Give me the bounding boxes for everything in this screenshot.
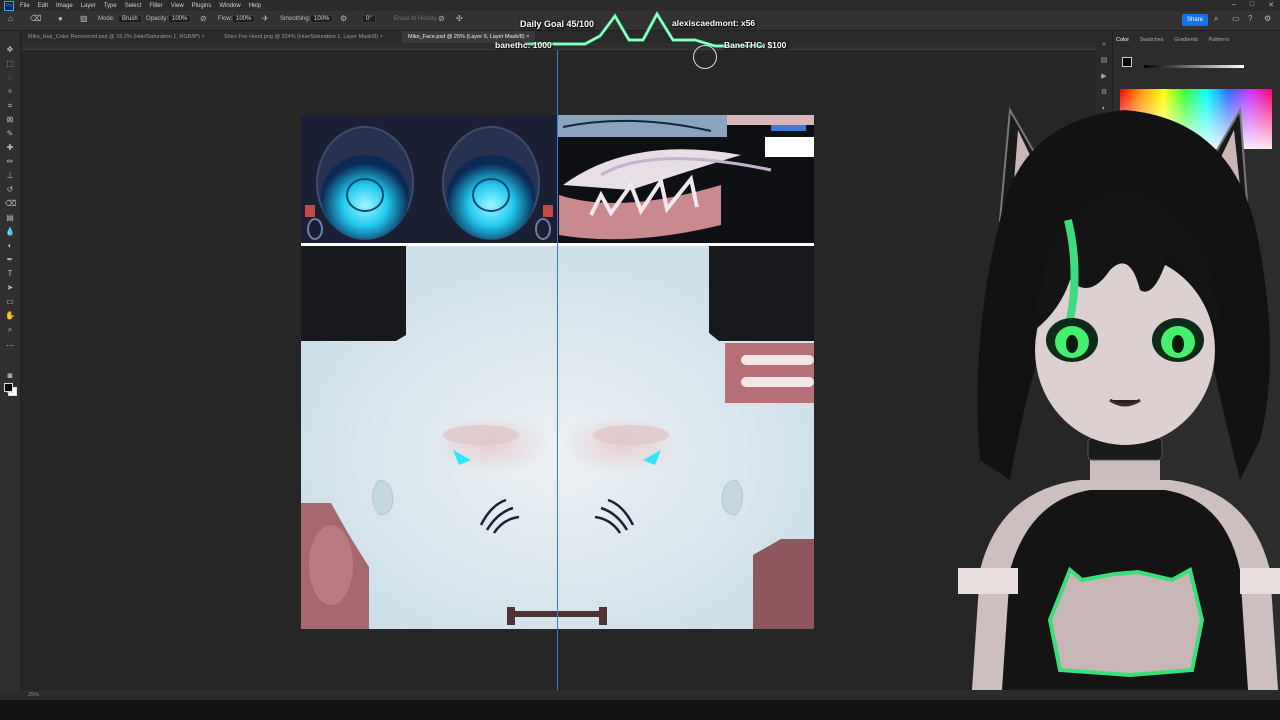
color-panel-tabs: Color Swatches Gradients Patterns <box>1116 37 1238 43</box>
smoothing-field[interactable]: 100% <box>310 15 334 23</box>
symmetry-icon[interactable]: ✣ <box>456 14 463 23</box>
daily-goal-label: Daily Goal 45/100 <box>520 19 595 29</box>
menu-file[interactable]: File <box>20 3 30 9</box>
quick-mask-icon[interactable]: ◙ <box>5 371 15 381</box>
eraser-icon[interactable]: ⌫ <box>5 199 16 209</box>
home-icon[interactable]: ⌂ <box>8 14 13 23</box>
marquee-tool-icon[interactable]: ⬚ <box>5 59 15 69</box>
gear-icon[interactable]: ⚙ <box>340 14 347 23</box>
tab-hair-color[interactable]: Miko_Hair_Color Recovered.psd @ 33.3% (H… <box>22 31 211 43</box>
lasso-tool-icon[interactable]: ◌ <box>5 73 15 83</box>
healing-brush-icon[interactable]: ✚ <box>5 143 15 153</box>
tools-panel: ✥ ⬚ ◌ ✧ ⌗ ⊠ ✎ ✚ ✏ ⊥ ↺ ⌫ ▤ 💧 ◐ ✒ T ➤ ▭ ✋ … <box>0 31 21 691</box>
menu-filter[interactable]: Filter <box>149 3 162 9</box>
type-tool-icon[interactable]: T <box>5 269 15 279</box>
brush-tool-icon[interactable]: ✏ <box>5 157 15 167</box>
pen-tool-icon[interactable]: ✒ <box>5 255 15 265</box>
photoshop-logo-icon[interactable]: Ps <box>4 0 14 11</box>
menu-help[interactable]: Help <box>249 3 261 9</box>
smoothing-label: Smoothing: <box>280 16 311 22</box>
gradient-tool-icon[interactable]: ▤ <box>5 213 15 223</box>
mode-label: Mode: <box>98 16 115 22</box>
clone-stamp-icon[interactable]: ⊥ <box>5 171 15 181</box>
mode-select[interactable]: Brush <box>118 15 142 23</box>
airbrush-icon[interactable]: ✈ <box>262 14 269 23</box>
play-actions-icon[interactable]: ▶ <box>1100 73 1108 81</box>
more-tools-icon[interactable]: ⋯ <box>5 341 15 351</box>
menu-window[interactable]: Window <box>219 3 240 9</box>
pressure-opacity-icon[interactable]: ⊘ <box>200 14 207 23</box>
angle-field[interactable]: 0° <box>362 15 376 23</box>
menu-edit[interactable]: Edit <box>38 3 48 9</box>
tab-color[interactable]: Color <box>1116 37 1129 43</box>
brush-preset-icon[interactable]: ● <box>58 14 63 23</box>
menu-type[interactable]: Type <box>104 3 117 9</box>
frame-tool-icon[interactable]: ⊠ <box>5 115 15 125</box>
vertical-guide-line[interactable] <box>557 50 558 690</box>
tab-gradients[interactable]: Gradients <box>1174 37 1198 43</box>
minimize-icon[interactable]: – <box>1232 1 1236 9</box>
history-brush-icon[interactable]: ↺ <box>5 185 15 195</box>
flow-label: Flow: <box>218 16 233 22</box>
opacity-field[interactable]: 100% <box>168 15 192 23</box>
zoom-level[interactable]: 25% <box>28 692 39 698</box>
maximize-icon[interactable]: □ <box>1250 1 1254 9</box>
collapse-panels-icon[interactable]: « <box>1100 41 1108 49</box>
tab-swatches[interactable]: Swatches <box>1140 37 1164 43</box>
properties-panel-icon[interactable]: ⚙ <box>1100 89 1108 97</box>
menu-select[interactable]: Select <box>125 3 142 9</box>
taskbar <box>0 700 1280 720</box>
search-icon[interactable]: ⌕ <box>1214 14 1218 24</box>
panel-fg-swatch[interactable] <box>1122 57 1132 67</box>
hand-tool-icon[interactable]: ✋ <box>5 311 15 321</box>
pressure-size-icon[interactable]: ⊘ <box>438 14 445 23</box>
brush-cursor <box>693 45 717 69</box>
erase-to-history-checkbox[interactable]: Erase to History <box>394 16 437 22</box>
share-button[interactable]: Share <box>1182 14 1208 26</box>
tab-fox-hood[interactable]: Shiro Fox Hood.png @ 324% (Hue/Saturatio… <box>218 31 389 43</box>
menu-layer[interactable]: Layer <box>81 3 96 9</box>
close-icon[interactable]: ✕ <box>1268 1 1274 9</box>
banethc-left-label: banethc: 1000 <box>495 40 552 50</box>
vtuber-avatar <box>958 106 1280 720</box>
top-supporter-label: alexiscaedmont: x56 <box>672 18 756 28</box>
banethc-right-label: BaneTHC: $100 <box>724 40 787 50</box>
opacity-label: Opacity: <box>146 16 169 22</box>
eyedropper-icon[interactable]: ✎ <box>5 129 15 139</box>
brightness-slider[interactable] <box>1144 65 1244 68</box>
tab-patterns[interactable]: Patterns <box>1208 37 1228 43</box>
dodge-tool-icon[interactable]: ◐ <box>5 241 15 251</box>
status-bar: 25% <box>0 690 1280 700</box>
menu-view[interactable]: View <box>171 3 184 9</box>
settings-icon[interactable]: ⚙ <box>1264 14 1271 23</box>
flow-field[interactable]: 100% <box>232 15 256 23</box>
move-tool-icon[interactable]: ✥ <box>5 45 15 55</box>
help-icon[interactable]: ? <box>1248 14 1252 23</box>
workspace-icon[interactable]: ▭ <box>1232 14 1240 23</box>
foreground-color-swatch[interactable] <box>4 383 13 392</box>
shape-tool-icon[interactable]: ▭ <box>5 297 15 307</box>
crop-tool-icon[interactable]: ⌗ <box>5 101 15 111</box>
menu-plugins[interactable]: Plugins <box>192 3 212 9</box>
brush-settings-icon[interactable]: ▨ <box>80 14 88 23</box>
zoom-tool-icon[interactable]: ⌕ <box>5 325 15 335</box>
eraser-tool-icon[interactable]: ⌫ <box>30 14 41 23</box>
history-panel-icon[interactable]: ▤ <box>1100 57 1108 65</box>
menu-image[interactable]: Image <box>56 3 73 9</box>
magic-wand-icon[interactable]: ✧ <box>5 87 15 97</box>
path-selection-icon[interactable]: ➤ <box>5 283 15 293</box>
blur-tool-icon[interactable]: 💧 <box>5 227 15 237</box>
